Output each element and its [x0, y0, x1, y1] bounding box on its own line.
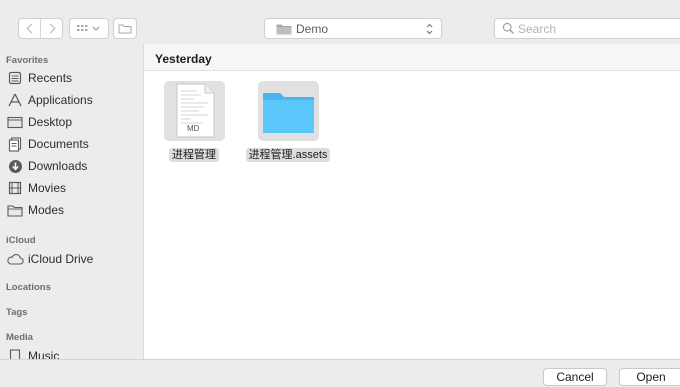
sidebar-item-label: Desktop [28, 115, 73, 129]
search-field[interactable]: Search [494, 18, 680, 39]
sidebar-item-music[interactable]: Music [6, 346, 59, 359]
file-type-label: MD [187, 124, 200, 133]
sidebar-section-icloud: iCloud [6, 235, 36, 246]
downloads-icon [6, 158, 24, 174]
toolbar: Demo Search [0, 0, 680, 44]
sidebar-item-downloads[interactable]: Downloads [6, 156, 87, 176]
open-button[interactable]: Open [619, 368, 680, 386]
search-icon [502, 22, 514, 34]
file-browser: Yesterday MD 进程管理 进程管理.assets [143, 44, 680, 359]
view-options-button[interactable] [69, 18, 109, 39]
sidebar-section-media: Media [6, 332, 33, 343]
sidebar-item-recents[interactable]: Recents [6, 68, 72, 88]
file-thumbnail: MD [164, 81, 225, 141]
icon-view-grid-icon [77, 24, 100, 31]
chevron-left-icon [26, 23, 36, 34]
sidebar-item-applications[interactable]: Applications [6, 90, 93, 110]
sidebar-item-desktop[interactable]: Desktop [6, 112, 72, 132]
sidebar-item-label: iCloud Drive [28, 252, 94, 266]
forward-button[interactable] [40, 19, 62, 38]
folder-icon [276, 24, 292, 35]
sidebar-item-label: Documents [28, 137, 89, 151]
sidebar-item-modes[interactable]: Modes [6, 200, 64, 220]
music-icon [6, 348, 24, 359]
sidebar-item-movies[interactable]: Movies [6, 178, 66, 198]
sidebar-item-documents[interactable]: Documents [6, 134, 89, 154]
file-item-markdown[interactable]: MD 进程管理 [146, 81, 242, 171]
location-popup[interactable]: Demo [264, 18, 442, 39]
sidebar-item-label: Music [28, 349, 60, 359]
sidebar-item-label: Movies [28, 181, 67, 195]
up-down-chevron-icon [426, 23, 433, 35]
sidebar-item-label: Modes [28, 203, 65, 217]
folder-icon [263, 93, 314, 133]
new-folder-button[interactable] [113, 18, 137, 39]
sidebar: Favorites Recents Applications Desktop D… [0, 44, 143, 359]
cloud-icon [6, 251, 24, 267]
group-title: Yesterday [155, 52, 212, 66]
location-label: Demo [296, 22, 329, 36]
chevron-right-icon [45, 23, 55, 34]
applications-icon [6, 92, 24, 108]
file-name: 进程管理 [169, 148, 219, 162]
recents-icon [6, 70, 24, 86]
sidebar-section-favorites: Favorites [6, 55, 49, 66]
sidebar-section-locations[interactable]: Locations [6, 282, 51, 293]
sidebar-section-tags[interactable]: Tags [6, 307, 27, 318]
bottom-bar: Cancel Open [0, 359, 680, 387]
search-placeholder: Search [518, 22, 557, 36]
movies-icon [6, 180, 24, 196]
folder-icon [6, 202, 24, 218]
sidebar-item-label: Recents [28, 71, 73, 85]
desktop-icon [6, 114, 24, 130]
file-item-folder[interactable]: 进程管理.assets [240, 81, 336, 171]
group-header: Yesterday [144, 44, 680, 71]
file-name: 进程管理.assets [245, 148, 331, 162]
file-thumbnail [258, 81, 319, 141]
new-folder-icon [118, 24, 132, 34]
documents-icon [6, 136, 24, 152]
back-forward-buttons [18, 18, 63, 39]
sidebar-item-label: Downloads [28, 159, 88, 173]
cancel-button[interactable]: Cancel [543, 368, 607, 386]
sidebar-item-label: Applications [28, 93, 93, 107]
sidebar-item-icloud-drive[interactable]: iCloud Drive [6, 249, 93, 269]
back-button[interactable] [19, 19, 40, 38]
